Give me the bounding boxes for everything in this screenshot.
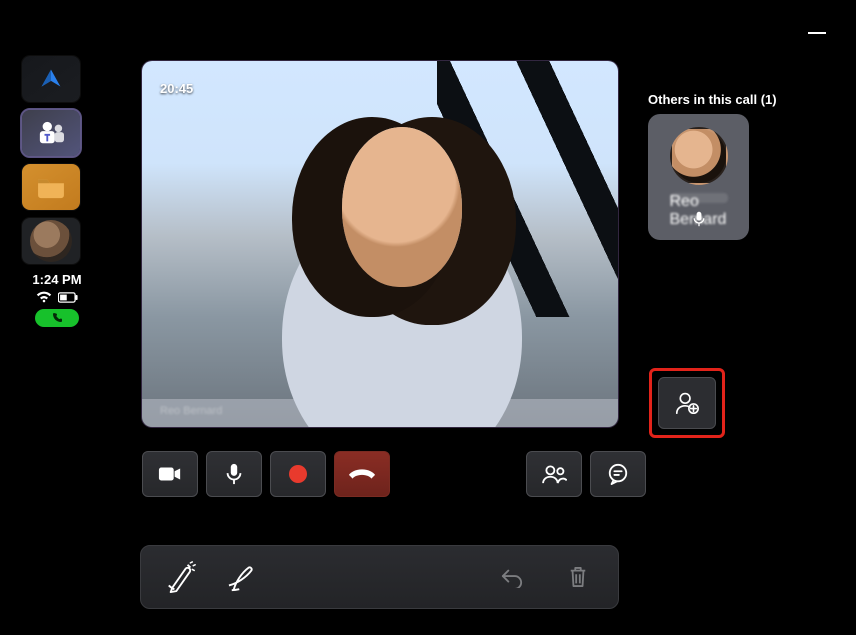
call-controls [142, 451, 646, 497]
hangup-icon [348, 467, 376, 481]
video-caption-name: Reo Bernard [160, 405, 222, 417]
end-call-button[interactable] [334, 451, 390, 497]
others-in-call-label: Others in this call (1) [648, 92, 777, 107]
user-avatar-icon [30, 220, 72, 262]
call-timer: 20:45 [160, 81, 193, 96]
add-person-icon [674, 390, 700, 416]
add-person-highlight [649, 368, 725, 438]
sidebar-clock: 1:24 PM [22, 272, 92, 287]
pen-button[interactable] [223, 562, 263, 592]
camera-icon [158, 465, 182, 483]
people-button[interactable] [526, 451, 582, 497]
app-tile-files[interactable] [22, 164, 80, 210]
minimize-icon[interactable] [808, 32, 826, 34]
record-icon [289, 465, 307, 483]
pen-highlight-button[interactable] [161, 561, 201, 593]
realwear-logo-icon [36, 64, 66, 94]
participant-avatar [670, 127, 728, 185]
phone-icon [51, 312, 63, 324]
video-caption-strip: Reo Bernard [142, 399, 618, 427]
battery-icon [58, 292, 78, 303]
chat-icon [607, 463, 629, 485]
mic-icon [225, 463, 243, 485]
undo-button[interactable] [492, 566, 532, 588]
trash-button[interactable] [558, 565, 598, 589]
annotation-toolbar [140, 545, 619, 609]
status-row [22, 291, 92, 303]
record-button[interactable] [270, 451, 326, 497]
add-person-button[interactable] [658, 377, 716, 429]
pen-highlight-icon [165, 561, 197, 593]
people-icon [541, 464, 567, 484]
chat-button[interactable] [590, 451, 646, 497]
participant-name: Reo Bernard [670, 193, 728, 203]
main-video-tile[interactable]: 20:45 Reo Bernard [142, 61, 618, 427]
app-tile-realwear[interactable] [22, 56, 80, 102]
app-tile-teams[interactable] [22, 110, 80, 156]
mic-toggle-button[interactable] [206, 451, 262, 497]
folder-icon [36, 175, 66, 199]
participant-tile[interactable]: Reo Bernard [648, 114, 749, 240]
trash-icon [568, 565, 588, 589]
pen-icon [228, 562, 258, 592]
active-call-pill[interactable] [35, 309, 79, 327]
undo-icon [500, 566, 524, 588]
camera-toggle-button[interactable] [142, 451, 198, 497]
face-illustration [361, 185, 429, 255]
app-tile-avatar[interactable] [22, 218, 80, 264]
wifi-icon [36, 291, 52, 303]
teams-icon [36, 120, 66, 146]
app-sidebar: 1:24 PM [22, 56, 92, 327]
